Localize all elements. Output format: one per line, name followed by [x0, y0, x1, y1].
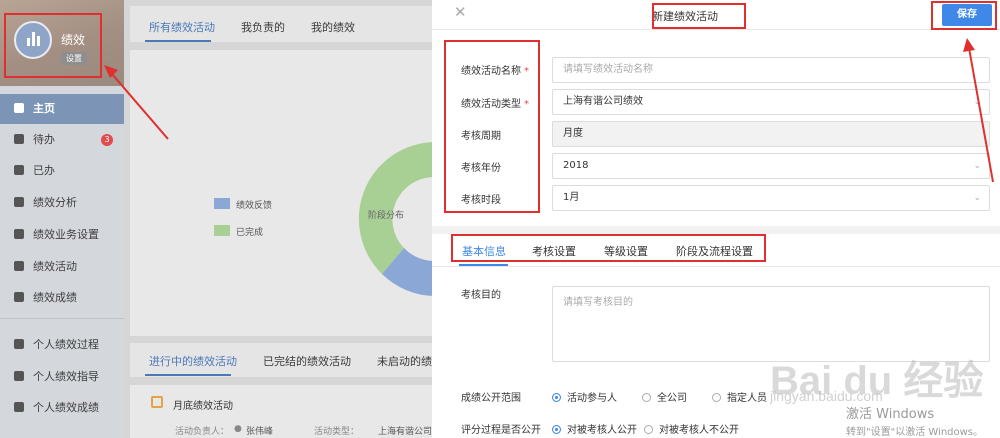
activity-title[interactable]: 月底绩效活动 — [173, 397, 233, 412]
panel-header: ✕ 新建绩效活动 保存 — [432, 0, 1000, 30]
tab-assessment-settings[interactable]: 考核设置 — [532, 243, 576, 259]
tab-in-progress[interactable]: 进行中的绩效活动 — [149, 353, 237, 369]
donut-center-label: 阶段分布 — [368, 211, 405, 221]
app-logo-icon — [14, 21, 52, 59]
tab-my-performance[interactable]: 我的绩效 — [311, 19, 355, 35]
eval-public-label: 评分过程是否公开 — [461, 425, 541, 436]
sidebar-item-label: 绩效活动 — [33, 260, 77, 273]
sidebar-item-personal-results[interactable]: 个人绩效成绩 — [0, 397, 124, 419]
chevron-down-icon: ⌄ — [973, 193, 981, 203]
sidebar-item-label: 主页 — [33, 102, 55, 115]
bar-chart-icon — [14, 402, 24, 412]
tab-my-responsible[interactable]: 我负责的 — [241, 19, 285, 35]
sidebar-divider — [0, 318, 124, 319]
chevron-down-icon: ⌄ — [973, 161, 981, 171]
todo-count-badge: 3 — [101, 134, 113, 146]
tab-all-activities[interactable]: 所有绩效活动 — [149, 19, 215, 35]
sidebar-item-business-settings[interactable]: 绩效业务设置 — [0, 224, 124, 246]
cycle-field: 月度 — [552, 121, 990, 147]
bar-chart-icon — [14, 197, 24, 207]
tabs-divider — [432, 266, 1000, 267]
settings-icon — [14, 229, 24, 239]
sidebar-item-activities[interactable]: 绩效活动 — [0, 256, 124, 278]
activity-name-label: 绩效活动名称 * — [461, 66, 529, 77]
sidebar-item-label: 个人绩效成绩 — [33, 401, 99, 414]
refresh-icon — [14, 339, 24, 349]
sidebar-item-label: 绩效成绩 — [33, 291, 77, 304]
legend-label-completed: 已完成 — [236, 228, 264, 238]
cycle-label: 考核周期 — [461, 131, 501, 142]
sidebar-item-label: 个人绩效指导 — [33, 370, 99, 383]
sidebar: 绩效 设置 主页 待办 3 已办 绩效分析 绩效业务设置 绩效活动 绩效成绩 个… — [0, 0, 124, 438]
sidebar-item-label: 绩效分析 — [33, 196, 77, 209]
tab-grade-settings[interactable]: 等级设置 — [604, 243, 648, 259]
radio-checked-icon — [552, 425, 561, 434]
main-content: 所有绩效活动 我负责的 我的绩效 绩效反馈 已完成 阶段分布 进行中的绩效活动 … — [124, 0, 434, 438]
legend-label-feedback: 绩效反馈 — [236, 201, 273, 211]
radio-whole-company[interactable]: 全公司 — [642, 389, 687, 404]
settings-button[interactable]: 设置 — [61, 52, 87, 65]
publish-scope-label: 成绩公开范围 — [461, 393, 521, 404]
sidebar-item-label: 个人绩效过程 — [33, 338, 99, 351]
period-select[interactable]: 1月 ⌄ — [552, 185, 990, 211]
windows-activation-hint: 转到"设置"以激活 Windows。 — [846, 427, 984, 438]
radio-public-to-assessee[interactable]: 对被考核人公开 — [552, 421, 637, 436]
radio-unchecked-icon — [712, 393, 721, 402]
active-tab-underline — [145, 374, 231, 376]
type-value: 上海有谐公司 — [378, 427, 433, 437]
sidebar-item-home[interactable]: 主页 — [0, 98, 124, 120]
sidebar-item-label: 待办 — [33, 133, 55, 146]
pie-chart-icon — [14, 261, 24, 271]
report-icon — [14, 292, 24, 302]
radio-specified-people[interactable]: 指定人员 — [712, 389, 767, 404]
owner-name: 张伟峰 — [246, 427, 274, 437]
save-button[interactable]: 保存 — [942, 4, 992, 26]
panel-title: 新建绩效活动 — [652, 10, 718, 23]
app-name: 绩效 — [61, 33, 86, 47]
radio-unchecked-icon — [642, 393, 651, 402]
legend-swatch-completed — [214, 225, 230, 236]
tab-finished[interactable]: 已完结的绩效活动 — [263, 353, 351, 369]
sidebar-item-personal-guidance[interactable]: 个人绩效指导 — [0, 366, 124, 388]
period-label: 考核时段 — [461, 195, 501, 206]
sidebar-item-results[interactable]: 绩效成绩 — [0, 287, 124, 309]
tab-stage-flow-settings[interactable]: 阶段及流程设置 — [676, 243, 753, 259]
year-select[interactable]: 2018 ⌄ — [552, 153, 990, 179]
sidebar-item-todo[interactable]: 待办 3 — [0, 129, 124, 151]
radio-checked-icon — [552, 393, 561, 402]
activity-tabs: 所有绩效活动 我负责的 我的绩效 — [130, 6, 432, 42]
activity-type-select[interactable]: 上海有谐公司绩效 ⌄ — [552, 89, 990, 115]
legend-swatch-feedback — [214, 198, 230, 209]
tab-not-started[interactable]: 未启动的绩 — [377, 353, 432, 369]
chat-icon — [14, 134, 24, 144]
activity-status-tabs: 进行中的绩效活动 已完结的绩效活动 未启动的绩 — [130, 343, 432, 377]
sidebar-item-label: 已办 — [33, 164, 55, 177]
calendar-icon — [151, 396, 163, 408]
chevron-down-icon: ⌄ — [973, 97, 981, 107]
activity-type-label: 绩效活动类型 * — [461, 99, 529, 110]
purpose-label: 考核目的 — [461, 290, 501, 301]
active-tab-underline — [145, 40, 211, 42]
sidebar-item-done[interactable]: 已办 — [0, 160, 124, 182]
close-icon[interactable]: ✕ — [454, 3, 467, 21]
year-label: 考核年份 — [461, 163, 501, 174]
type-label: 活动类型： — [314, 427, 360, 437]
radio-unchecked-icon — [644, 425, 653, 434]
tab-basic-info[interactable]: 基本信息 — [462, 243, 506, 259]
baidu-watermark-url: jingyan.baidu.com — [770, 388, 883, 404]
radio-not-public-to-assessee[interactable]: 对被考核人不公开 — [644, 421, 739, 436]
sidebar-header: 绩效 设置 — [0, 0, 124, 86]
document-icon — [14, 165, 24, 175]
sidebar-item-analysis[interactable]: 绩效分析 — [0, 192, 124, 214]
sidebar-item-label: 绩效业务设置 — [33, 228, 99, 241]
owner-label: 活动负责人： — [175, 427, 230, 437]
windows-activation-title: 激活 Windows — [846, 407, 935, 422]
section-separator — [432, 226, 1000, 234]
home-icon — [14, 103, 24, 113]
activity-name-input[interactable]: 请填写绩效活动名称 — [552, 57, 990, 83]
user-icon: ● — [234, 424, 242, 434]
radio-participants[interactable]: 活动参与人 — [552, 389, 617, 404]
sidebar-item-personal-process[interactable]: 个人绩效过程 — [0, 334, 124, 356]
compass-icon — [14, 371, 24, 381]
